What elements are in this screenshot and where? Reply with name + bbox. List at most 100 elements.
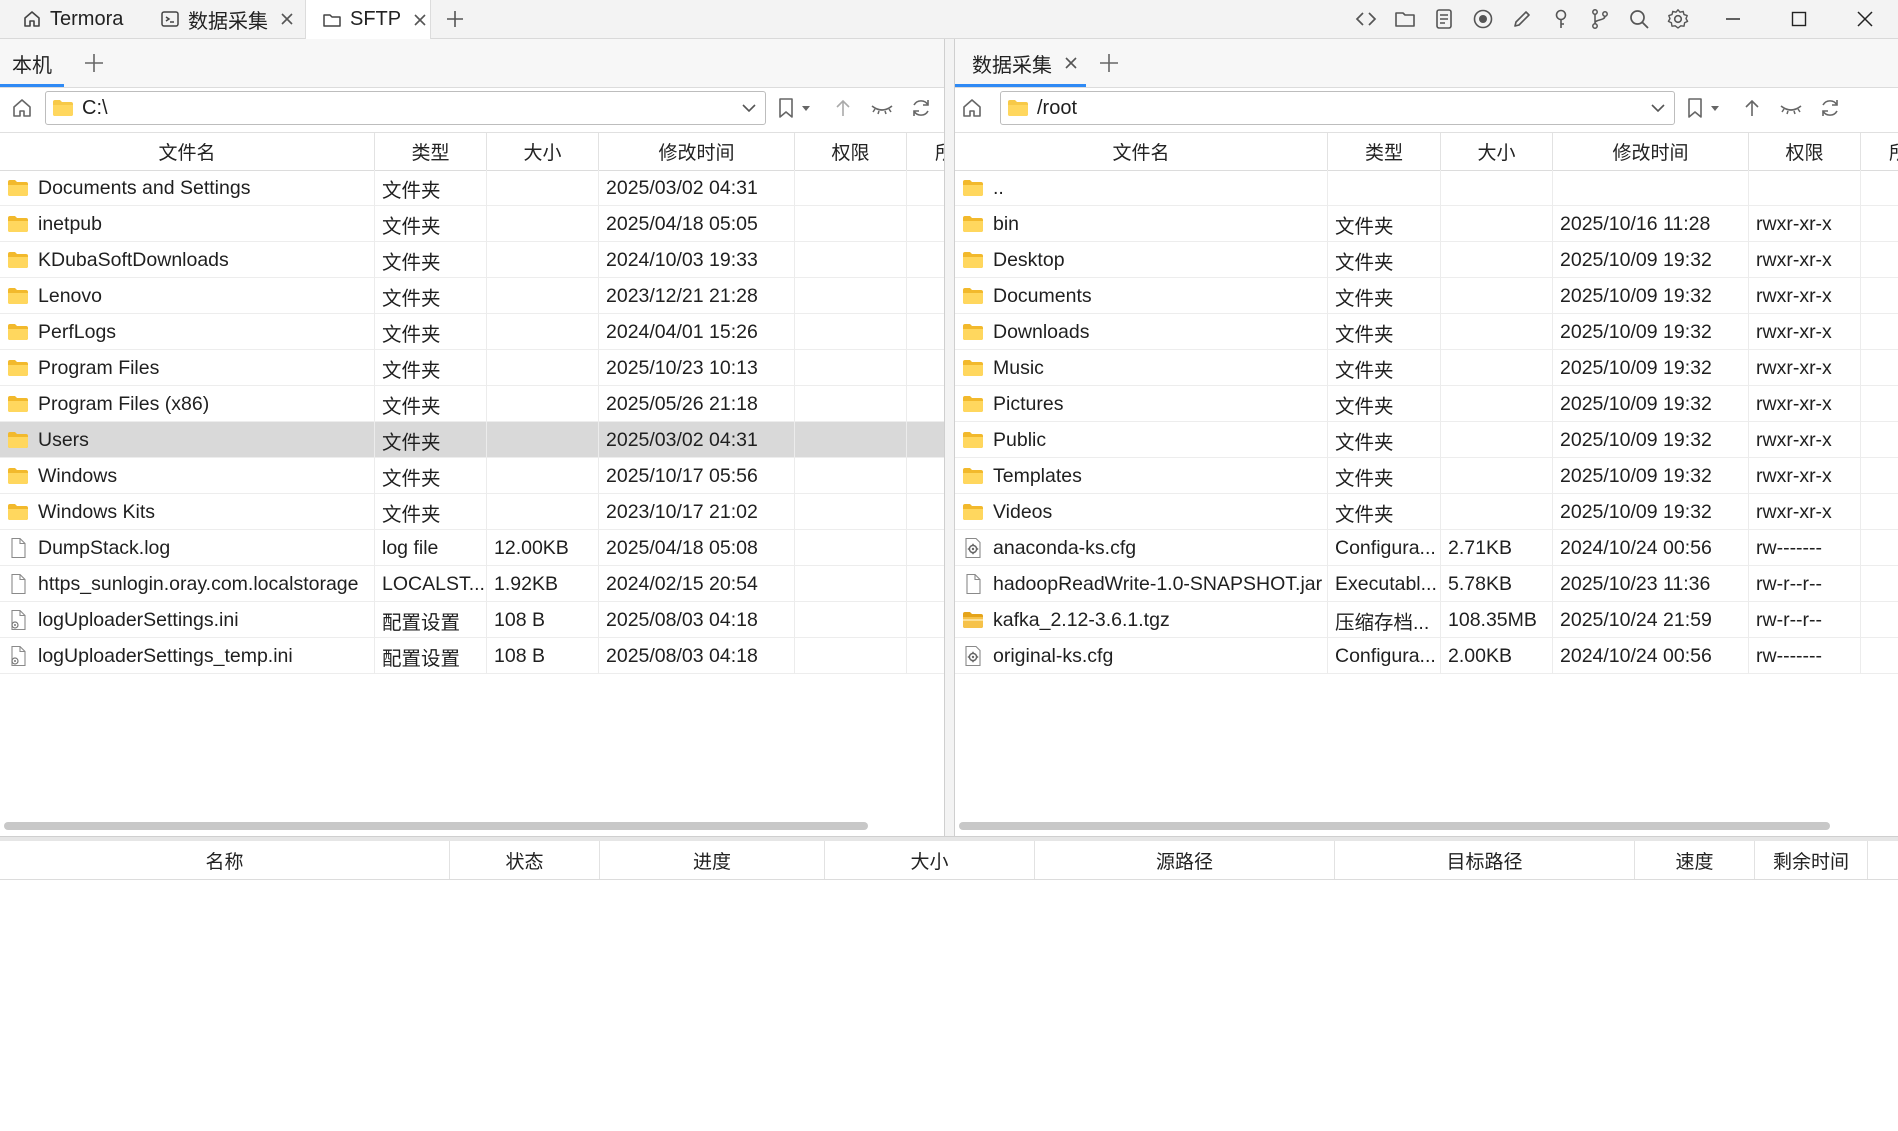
bookmark-dropdown-icon[interactable] [797,93,815,123]
close-tab-icon[interactable] [1064,56,1078,70]
search-icon[interactable] [1625,5,1653,33]
notes-icon[interactable] [1430,5,1458,33]
record-icon[interactable] [1469,5,1497,33]
col-owner[interactable]: 所 [907,133,944,170]
chevron-down-icon[interactable] [739,98,759,118]
table-row[interactable]: Program Files 文件夹 2025/10/23 10:13 [0,350,944,386]
col-transfer-speed[interactable]: 速度 [1635,841,1755,879]
new-tab-icon[interactable] [441,5,469,33]
close-icon[interactable] [1851,5,1879,33]
key-icon[interactable] [1547,5,1575,33]
home-icon[interactable] [7,93,37,123]
remote-table-header: 文件名 类型 大小 修改时间 权限 所 [955,132,1898,171]
table-row[interactable]: Documents and Settings 文件夹 2025/03/02 04:3… [0,170,944,206]
table-row[interactable]: Windows Kits 文件夹 2023/10/17 21:02 [0,494,944,530]
remote-path-field[interactable]: /root [1000,91,1675,125]
file-type: 配置设置 [375,602,487,638]
folder-icon[interactable] [1391,5,1419,33]
col-mtime[interactable]: 修改时间 [599,133,795,170]
table-row[interactable]: Videos 文件夹 2025/10/09 19:32 rwxr-xr-x [955,494,1898,530]
code-icon[interactable] [1352,5,1380,33]
file-permissions [1749,170,1861,206]
table-row[interactable]: Windows 文件夹 2025/10/17 05:56 [0,458,944,494]
refresh-icon[interactable] [1815,93,1845,123]
col-size[interactable]: 大小 [1441,133,1553,170]
branch-icon[interactable] [1586,5,1614,33]
remote-horizontal-scrollbar[interactable] [959,822,1830,830]
file-mtime: 2025/08/03 04:18 [599,638,795,674]
folder-icon [962,179,984,197]
tab-data-collect[interactable]: 数据采集 [160,0,310,38]
tab-sftp[interactable]: SFTP [305,0,431,39]
col-size[interactable]: 大小 [487,133,599,170]
maximize-icon[interactable] [1785,5,1813,33]
table-row[interactable]: https_sunlogin.oray.com.localstorage LOCA… [0,566,944,602]
add-subtab-icon[interactable] [1095,39,1123,87]
table-row[interactable]: Music 文件夹 2025/10/09 19:32 rwxr-xr-x [955,350,1898,386]
col-type[interactable]: 类型 [375,133,487,170]
table-row[interactable]: Documents 文件夹 2025/10/09 19:32 rwxr-xr-x [955,278,1898,314]
col-mtime[interactable]: 修改时间 [1553,133,1749,170]
table-row[interactable]: logUploaderSettings_temp.ini 配置设置 108 B 202… [0,638,944,674]
terminal-icon [160,9,180,29]
pen-icon[interactable] [1508,5,1536,33]
file-icon [7,573,29,595]
up-arrow-icon[interactable] [828,93,858,123]
col-owner[interactable]: 所 [1861,133,1898,170]
hidden-files-icon[interactable] [867,93,897,123]
col-transfer-progress[interactable]: 进度 [600,841,825,879]
col-transfer-status[interactable]: 状态 [450,841,600,879]
pane-splitter[interactable] [944,39,955,836]
up-arrow-icon[interactable] [1737,93,1767,123]
file-mtime [1553,170,1749,206]
local-horizontal-scrollbar[interactable] [4,822,868,830]
gear-icon[interactable] [1664,5,1692,33]
table-row[interactable]: inetpub 文件夹 2025/04/18 05:05 [0,206,944,242]
table-row[interactable]: Templates 文件夹 2025/10/09 19:32 rwxr-xr-x [955,458,1898,494]
bookmark-dropdown-icon[interactable] [1706,93,1724,123]
close-tab-icon[interactable] [413,13,427,27]
file-name-cell: Templates [955,458,1328,494]
table-row[interactable]: KDubaSoftDownloads 文件夹 2024/10/03 19:33 [0,242,944,278]
table-row[interactable]: Users 文件夹 2025/03/02 04:31 [0,422,944,458]
col-transfer-size[interactable]: 大小 [825,841,1035,879]
refresh-icon[interactable] [906,93,936,123]
col-transfer-source[interactable]: 源路径 [1035,841,1335,879]
table-row[interactable]: logUploaderSettings.ini 配置设置 108 B 2025/08/… [0,602,944,638]
tab-termora[interactable]: Termora [22,0,150,38]
col-type[interactable]: 类型 [1328,133,1441,170]
table-row[interactable]: .. [955,170,1898,206]
table-row[interactable]: original-ks.cfg Configura... 2.00KB 2024/10… [955,638,1898,674]
table-row[interactable]: bin 文件夹 2025/10/16 11:28 rwxr-xr-x [955,206,1898,242]
add-subtab-icon[interactable] [80,39,108,87]
table-row[interactable]: Program Files (x86) 文件夹 2025/05/26 21:18 [0,386,944,422]
home-icon[interactable] [957,93,987,123]
table-row[interactable]: kafka_2.12-3.6.1.tgz 压缩存档... 108.35MB 2025/… [955,602,1898,638]
subtab-remote[interactable]: 数据采集 [955,39,1086,87]
table-row[interactable]: DumpStack.log log file 12.00KB 2025/04/18 0… [0,530,944,566]
close-tab-icon[interactable] [280,12,294,26]
minimize-icon[interactable] [1719,5,1747,33]
transfer-queue: 名称 状态 进度 大小 源路径 目标路径 速度 剩余时间 [0,841,1898,1131]
col-transfer-name[interactable]: 名称 [0,841,450,879]
col-name[interactable]: 文件名 [955,133,1328,170]
col-transfer-eta[interactable]: 剩余时间 [1755,841,1868,879]
local-path-field[interactable]: C:\ [45,91,766,125]
col-perm[interactable]: 权限 [1749,133,1861,170]
table-row[interactable]: anaconda-ks.cfg Configura... 2.71KB 2024/10… [955,530,1898,566]
col-transfer-target[interactable]: 目标路径 [1335,841,1635,879]
table-row[interactable]: PerfLogs 文件夹 2024/04/01 15:26 [0,314,944,350]
table-row[interactable]: Pictures 文件夹 2025/10/09 19:32 rwxr-xr-x [955,386,1898,422]
hidden-files-icon[interactable] [1776,93,1806,123]
col-name[interactable]: 文件名 [0,133,375,170]
table-row[interactable]: Lenovo 文件夹 2023/12/21 21:28 [0,278,944,314]
chevron-down-icon[interactable] [1648,98,1668,118]
table-row[interactable]: Public 文件夹 2025/10/09 19:32 rwxr-xr-x [955,422,1898,458]
table-row[interactable]: Desktop 文件夹 2025/10/09 19:32 rwxr-xr-x [955,242,1898,278]
table-row[interactable]: Downloads 文件夹 2025/10/09 19:32 rwxr-xr-x [955,314,1898,350]
file-mtime: 2023/12/21 21:28 [599,278,795,314]
subtab-local[interactable]: 本机 [0,39,64,87]
tab-label: Termora [50,7,124,30]
col-perm[interactable]: 权限 [795,133,907,170]
table-row[interactable]: hadoopReadWrite-1.0-SNAPSHOT.jar Executab… [955,566,1898,602]
